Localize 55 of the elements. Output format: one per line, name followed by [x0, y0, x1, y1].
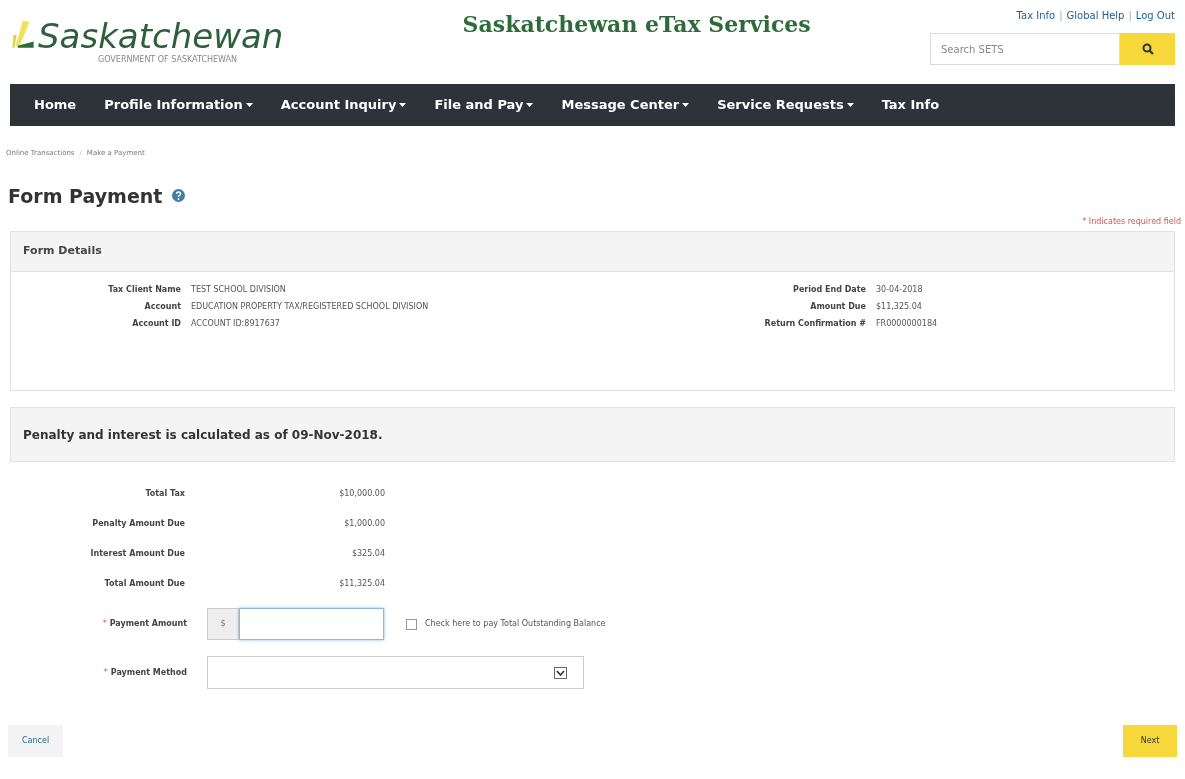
checkbox[interactable]: [406, 618, 417, 630]
site-title: Saskatchewan eTax Services: [462, 10, 811, 39]
amount-input[interactable]: [239, 608, 384, 640]
form-label: Payment Method: [110, 666, 187, 679]
nav-item[interactable]: Home: [24, 95, 87, 115]
field-value: $11,325.04: [876, 301, 923, 313]
nav-item[interactable]: Message Center: [551, 95, 700, 115]
amount-value: $325.04: [350, 548, 385, 560]
amount-value: $10,000.00: [338, 488, 385, 500]
amount-label: Total Amount Due: [103, 578, 185, 590]
logo-subtitle: GOVERNMENT OF SASKATCHEWAN: [98, 54, 238, 66]
nav-item[interactable]: Service Requests: [707, 95, 864, 115]
amount-value: $1,000.00: [343, 518, 385, 530]
search-icon: [1141, 43, 1154, 55]
link-separator: |: [1128, 9, 1132, 23]
link-separator: |: [1059, 9, 1063, 23]
amount-label: Total Tax: [144, 488, 185, 500]
search-button[interactable]: [1120, 33, 1175, 65]
field-value: TEST SCHOOL DIVISION: [191, 284, 287, 296]
amount-label: Penalty Amount Due: [91, 518, 185, 530]
required-mark: *: [102, 618, 107, 630]
field-label: Account ID: [131, 318, 181, 330]
logo-wordmark: Saskatchewan: [38, 18, 284, 54]
amount-label: Interest Amount Due: [89, 548, 185, 560]
form-label: Payment Amount: [109, 618, 187, 630]
field-value: FR0000000184: [876, 318, 939, 330]
nav-item[interactable]: Profile Information: [94, 95, 263, 115]
field-label: Return Confirmation #: [763, 318, 866, 330]
page-title: Form Payment: [8, 183, 163, 209]
next-button[interactable]: Next: [1123, 725, 1177, 757]
top-link[interactable]: Log Out: [1135, 8, 1175, 23]
field-label: Tax Client Name: [107, 284, 181, 296]
required-mark: *: [103, 666, 108, 679]
field-label: Period End Date: [792, 284, 866, 296]
checkbox-label: Check here to pay Total Outstanding Balance: [425, 618, 606, 630]
amount-value: $11,325.04: [338, 578, 385, 590]
field-value: ACCOUNT ID:8917637: [191, 318, 281, 330]
penalty-notice: Penalty and interest is calculated as of 09-Nov-2018.: [23, 426, 383, 444]
top-link[interactable]: Tax Info: [1016, 8, 1056, 23]
nav-item[interactable]: Account Inquiry: [270, 95, 417, 115]
required-note: * Indicates required field: [1081, 216, 1182, 228]
cancel-button[interactable]: Cancel: [8, 725, 64, 757]
nav-item[interactable]: Tax Info: [871, 95, 950, 115]
top-link[interactable]: Global Help: [1066, 8, 1125, 23]
field-value: 30-04-2018: [876, 284, 924, 296]
panel-title: Form Details: [23, 243, 102, 260]
field-label: Amount Due: [809, 301, 866, 313]
search-field[interactable]: Search SETS: [930, 33, 1120, 65]
field-label: Account: [143, 301, 181, 313]
nav-item[interactable]: File and Pay: [424, 95, 544, 115]
dropdown-icon: [554, 666, 567, 679]
currency-prefix: $: [207, 608, 239, 640]
select-field[interactable]: [207, 656, 584, 689]
help-icon[interactable]: [172, 189, 186, 203]
field-value: EDUCATION PROPERTY TAX/REGISTERED SCHOOL DIVISION: [191, 301, 430, 313]
